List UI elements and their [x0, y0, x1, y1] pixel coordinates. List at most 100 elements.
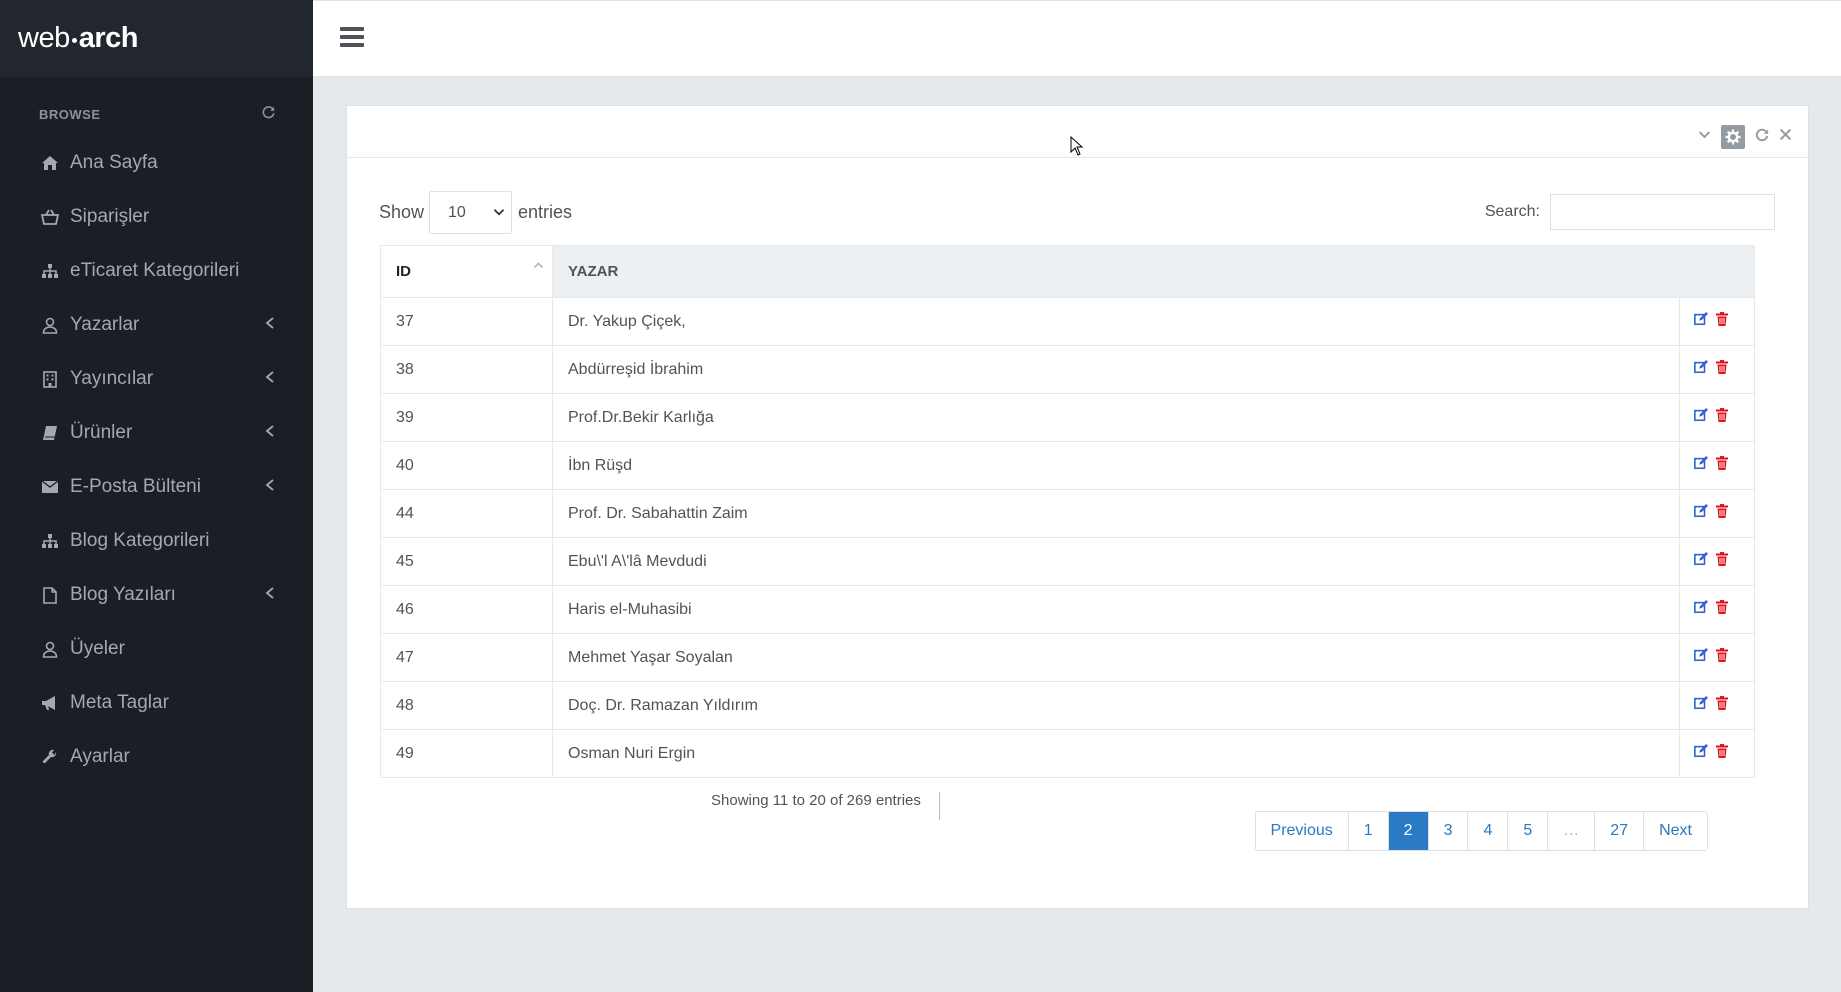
pagination-page-5[interactable]: 5: [1508, 812, 1549, 850]
cell-id: 48: [380, 681, 553, 730]
edit-icon[interactable]: [1694, 744, 1708, 761]
authors-table: ID YAZAR 37 Dr. Yakup Çiçek, 38 Abdürreşid …: [380, 245, 1755, 778]
table-header-row: ID YAZAR: [380, 245, 1755, 298]
sort-asc-icon: [533, 258, 544, 274]
edit-icon[interactable]: [1694, 360, 1708, 377]
pagination-page-1[interactable]: 1: [1348, 812, 1389, 850]
row-actions: [1679, 729, 1755, 778]
sidebar-item-yayıncılar[interactable]: Yayıncılar: [0, 352, 313, 406]
trash-icon[interactable]: [1716, 648, 1728, 665]
cell-id: 44: [380, 489, 553, 538]
building-icon: [39, 370, 61, 388]
pagination: Previous 1 2 3 4 5… 27 Next: [1254, 811, 1708, 851]
trash-icon[interactable]: [1716, 696, 1728, 713]
brand-logo[interactable]: web arch: [0, 0, 313, 77]
sidebar-item-yazarlar[interactable]: Yazarlar: [0, 298, 313, 352]
table-row: 47 Mehmet Yaşar Soyalan: [380, 633, 1755, 682]
top-header: [313, 0, 1841, 77]
pagination-page-2[interactable]: 2: [1388, 812, 1429, 850]
search-control: Search:: [1485, 194, 1775, 230]
sidebar-item-üyeler[interactable]: Üyeler: [0, 622, 313, 676]
trash-icon[interactable]: [1716, 408, 1728, 425]
cell-yazar: İbn Rüşd: [552, 441, 1680, 490]
table-row: 46 Haris el-Muhasibi: [380, 585, 1755, 634]
trash-icon[interactable]: [1716, 312, 1728, 329]
refresh-icon[interactable]: [262, 106, 275, 123]
pagination-page-4[interactable]: 4: [1468, 812, 1509, 850]
table-row: 44 Prof. Dr. Sabahattin Zaim: [380, 489, 1755, 538]
column-header-id-label: ID: [396, 263, 411, 280]
sidebar-item-blog-kategorileri[interactable]: Blog Kategorileri: [0, 514, 313, 568]
column-header-yazar[interactable]: YAZAR: [552, 245, 1755, 298]
wrench-icon: [39, 749, 61, 765]
sidebar-item-label: E-Posta Bülteni: [70, 476, 201, 497]
cell-id: 47: [380, 633, 553, 682]
trash-icon[interactable]: [1716, 456, 1728, 473]
edit-icon[interactable]: [1694, 408, 1708, 425]
cell-yazar: Haris el-Muhasibi: [552, 585, 1680, 634]
pagination-page-27[interactable]: 27: [1595, 812, 1645, 850]
cell-yazar: Prof.Dr.Bekir Karlığa: [552, 393, 1680, 442]
hamburger-menu-icon[interactable]: [340, 27, 364, 47]
edit-icon[interactable]: [1694, 456, 1708, 473]
search-label: Search:: [1484, 203, 1540, 220]
content-panel: Show 10 entries Search: ID YAZAR 37 Dr. …: [346, 105, 1809, 909]
column-header-id[interactable]: ID: [380, 245, 553, 298]
search-input[interactable]: [1550, 194, 1775, 230]
edit-icon[interactable]: [1694, 696, 1708, 713]
reload-icon[interactable]: [1755, 128, 1769, 147]
cell-yazar: Ebu\'l A\'lâ Mevdudi: [552, 537, 1680, 586]
sidebar-item-e-posta-bülteni[interactable]: E-Posta Bülteni: [0, 460, 313, 514]
row-actions: [1679, 489, 1755, 538]
trash-icon[interactable]: [1716, 504, 1728, 521]
collapse-chevron-icon[interactable]: [1698, 128, 1711, 146]
trash-icon[interactable]: [1716, 744, 1728, 761]
trash-icon[interactable]: [1716, 600, 1728, 617]
user-icon: [39, 317, 61, 334]
column-header-yazar-label: YAZAR: [568, 263, 619, 280]
table-info: Showing 11 to 20 of 269 entries: [711, 792, 940, 820]
row-actions: [1679, 537, 1755, 586]
close-icon[interactable]: [1779, 128, 1792, 146]
sidebar-item-siparişler[interactable]: Siparişler: [0, 190, 313, 244]
gear-icon[interactable]: [1721, 125, 1745, 149]
sidebar: web arch BROWSE Ana Sayfa Siparişler eTicar…: [0, 0, 313, 992]
entries-select[interactable]: 10: [429, 191, 513, 234]
basket-icon: [39, 209, 61, 225]
brand-dot: [71, 38, 77, 43]
sidebar-item-eticaret-kategorileri[interactable]: eTicaret Kategorileri: [0, 244, 313, 298]
edit-icon[interactable]: [1694, 312, 1708, 329]
chevron-left-icon: [265, 316, 275, 334]
trash-icon[interactable]: [1716, 552, 1728, 569]
row-actions: [1679, 585, 1755, 634]
trash-icon[interactable]: [1716, 360, 1728, 377]
table-row: 40 İbn Rüşd: [380, 441, 1755, 490]
pagination-page-3[interactable]: 3: [1428, 812, 1469, 850]
sidebar-item-ürünler[interactable]: Ürünler: [0, 406, 313, 460]
chevron-left-icon: [265, 586, 275, 604]
sidebar-item-meta-taglar[interactable]: Meta Taglar: [0, 676, 313, 730]
pagination-next-button[interactable]: Next: [1644, 812, 1707, 850]
row-actions: [1679, 345, 1755, 394]
cell-id: 49: [380, 729, 553, 778]
cell-id: 38: [380, 345, 553, 394]
sidebar-item-blog-yazıları[interactable]: Blog Yazıları: [0, 568, 313, 622]
edit-icon[interactable]: [1694, 600, 1708, 617]
edit-icon[interactable]: [1694, 504, 1708, 521]
sidebar-item-label: Blog Yazıları: [70, 584, 176, 605]
envelope-icon: [39, 480, 61, 494]
chevron-left-icon: [265, 424, 275, 442]
brand-logo-text-2: arch: [78, 22, 139, 54]
table-row: 48 Doç. Dr. Ramazan Yıldırım: [380, 681, 1755, 730]
sidebar-item-label: Yazarlar: [70, 314, 140, 335]
book-icon: [39, 425, 61, 441]
sidebar-item-ana-sayfa[interactable]: Ana Sayfa: [0, 136, 313, 190]
edit-icon[interactable]: [1694, 648, 1708, 665]
user-icon: [39, 641, 61, 658]
pagination-ellipsis: …: [1548, 812, 1596, 850]
entries-label: entries: [518, 202, 573, 222]
sidebar-item-ayarlar[interactable]: Ayarlar: [0, 730, 313, 784]
show-label: Show: [379, 202, 425, 222]
pagination-previous-button[interactable]: Previous: [1255, 812, 1349, 850]
edit-icon[interactable]: [1694, 552, 1708, 569]
